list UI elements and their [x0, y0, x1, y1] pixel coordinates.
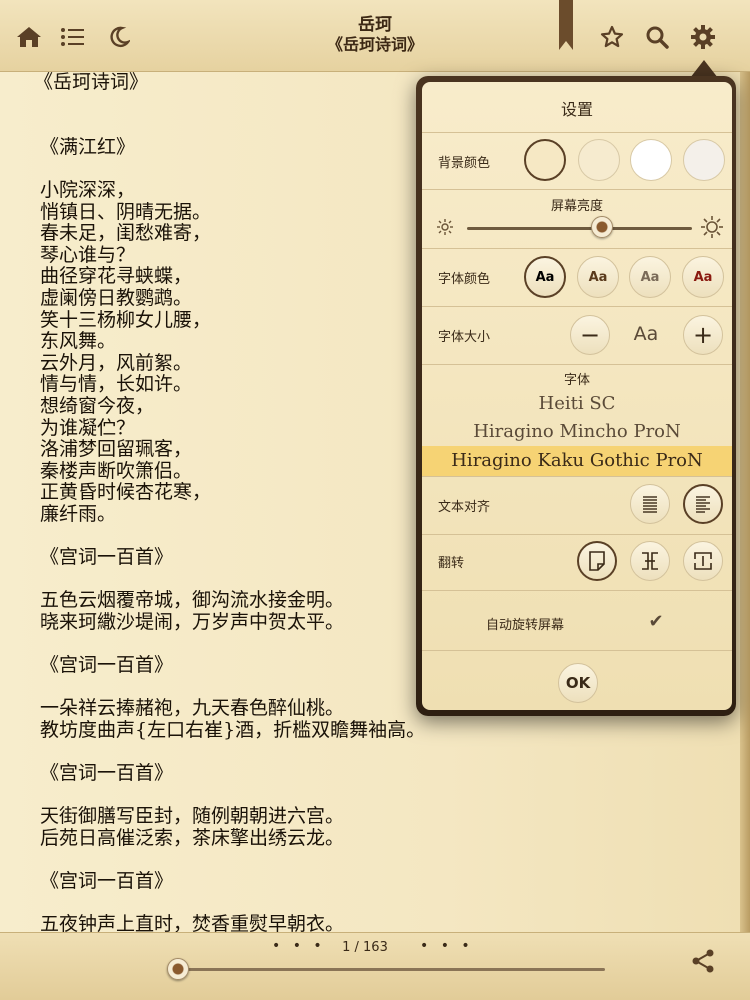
background-swatch-3[interactable]: [630, 139, 672, 181]
font-size-increase-button[interactable]: +: [683, 315, 723, 355]
sun-small-icon: [436, 218, 454, 240]
share-icon[interactable]: [690, 948, 716, 974]
prev-dots[interactable]: • • •: [272, 938, 326, 954]
text-line: 《宫词一百首》: [40, 869, 174, 892]
ok-button[interactable]: OK: [558, 663, 598, 703]
divider: [422, 476, 732, 477]
title-block: 岳珂 《岳珂诗词》: [250, 15, 500, 55]
background-swatch-4[interactable]: [683, 139, 725, 181]
divider: [422, 650, 732, 651]
next-dots[interactable]: • • •: [420, 938, 474, 954]
font-size-decrease-button[interactable]: −: [570, 315, 610, 355]
divider: [422, 306, 732, 307]
settings-title: 设置: [560, 100, 593, 119]
brightness-slider-knob[interactable]: [591, 216, 613, 238]
background-swatch-1[interactable]: [524, 139, 566, 181]
text-line: 《宫词一百首》: [40, 762, 174, 784]
flip-label: 翻转: [438, 556, 465, 571]
home-icon[interactable]: [14, 22, 44, 52]
divider: [422, 364, 732, 365]
font-color-red[interactable]: Aa: [682, 256, 724, 298]
flip-horizontal-button[interactable]: [630, 541, 670, 581]
font-color-black[interactable]: Aa: [524, 256, 566, 298]
font-color-brown[interactable]: Aa: [577, 256, 619, 298]
text-line: 后苑日高催泛索，茶床擎出绣云龙。: [40, 826, 345, 849]
align-justify-button[interactable]: [630, 484, 670, 524]
text-line: 天街御膳写臣封，随例朝朝进六宫。: [40, 805, 345, 828]
progress-track[interactable]: [175, 968, 605, 971]
flip-page-curl-button[interactable]: [577, 541, 617, 581]
text-line: 教坊度曲声{左口右崔}酒，折槛双瞻舞袖高。: [40, 718, 426, 741]
font-option-mincho[interactable]: Hiragino Mincho ProN: [422, 418, 732, 446]
font-option-heiti[interactable]: Heiti SC: [422, 390, 732, 418]
background-swatch-2[interactable]: [578, 139, 620, 181]
font-size-label: 字体大小: [438, 330, 491, 345]
divider: [422, 189, 732, 190]
divider: [422, 132, 732, 133]
page-indicator: 1 / 163: [342, 940, 388, 955]
font-color-gray[interactable]: Aa: [629, 256, 671, 298]
gear-icon[interactable]: [688, 22, 718, 52]
font-color-label: 字体颜色: [438, 272, 491, 287]
moon-icon[interactable]: [104, 22, 134, 52]
font-label: 字体: [563, 373, 590, 388]
flip-vertical-button[interactable]: [683, 541, 723, 581]
font-option-kaku-gothic[interactable]: Hiragino Kaku Gothic ProN: [422, 446, 732, 476]
auto-rotate-checkbox[interactable]: ✔: [646, 612, 666, 632]
auto-rotate-label: 自动旋转屏幕: [486, 618, 565, 633]
book-author: 岳珂: [358, 15, 392, 35]
font-size-sample: Aa: [633, 323, 659, 345]
star-icon[interactable]: [597, 22, 627, 52]
settings-popover: 设置 背景颜色 屏幕亮度 字体颜色 Aa Aa Aa Aa 字体大小 − Aa …: [422, 82, 732, 710]
progress-knob[interactable]: [167, 958, 189, 980]
search-icon[interactable]: [642, 22, 672, 52]
text-line: 五夜钟声上直时，焚香重熨早朝衣。: [40, 913, 345, 932]
brightness-label: 屏幕亮度: [550, 199, 603, 214]
background-color-label: 背景颜色: [438, 156, 491, 171]
divider: [422, 534, 732, 535]
divider: [422, 590, 732, 591]
list-icon[interactable]: [58, 22, 88, 52]
align-left-button[interactable]: [683, 484, 723, 524]
divider: [422, 248, 732, 249]
text-align-label: 文本对齐: [438, 500, 491, 515]
brightness-slider-track[interactable]: [467, 227, 692, 230]
page-edge: [740, 72, 750, 932]
bookmark-ribbon[interactable]: [559, 0, 573, 50]
sun-large-icon: [700, 215, 724, 243]
book-title: 《岳珂诗词》: [326, 35, 423, 54]
top-toolbar: 岳珂 《岳珂诗词》: [0, 0, 750, 72]
